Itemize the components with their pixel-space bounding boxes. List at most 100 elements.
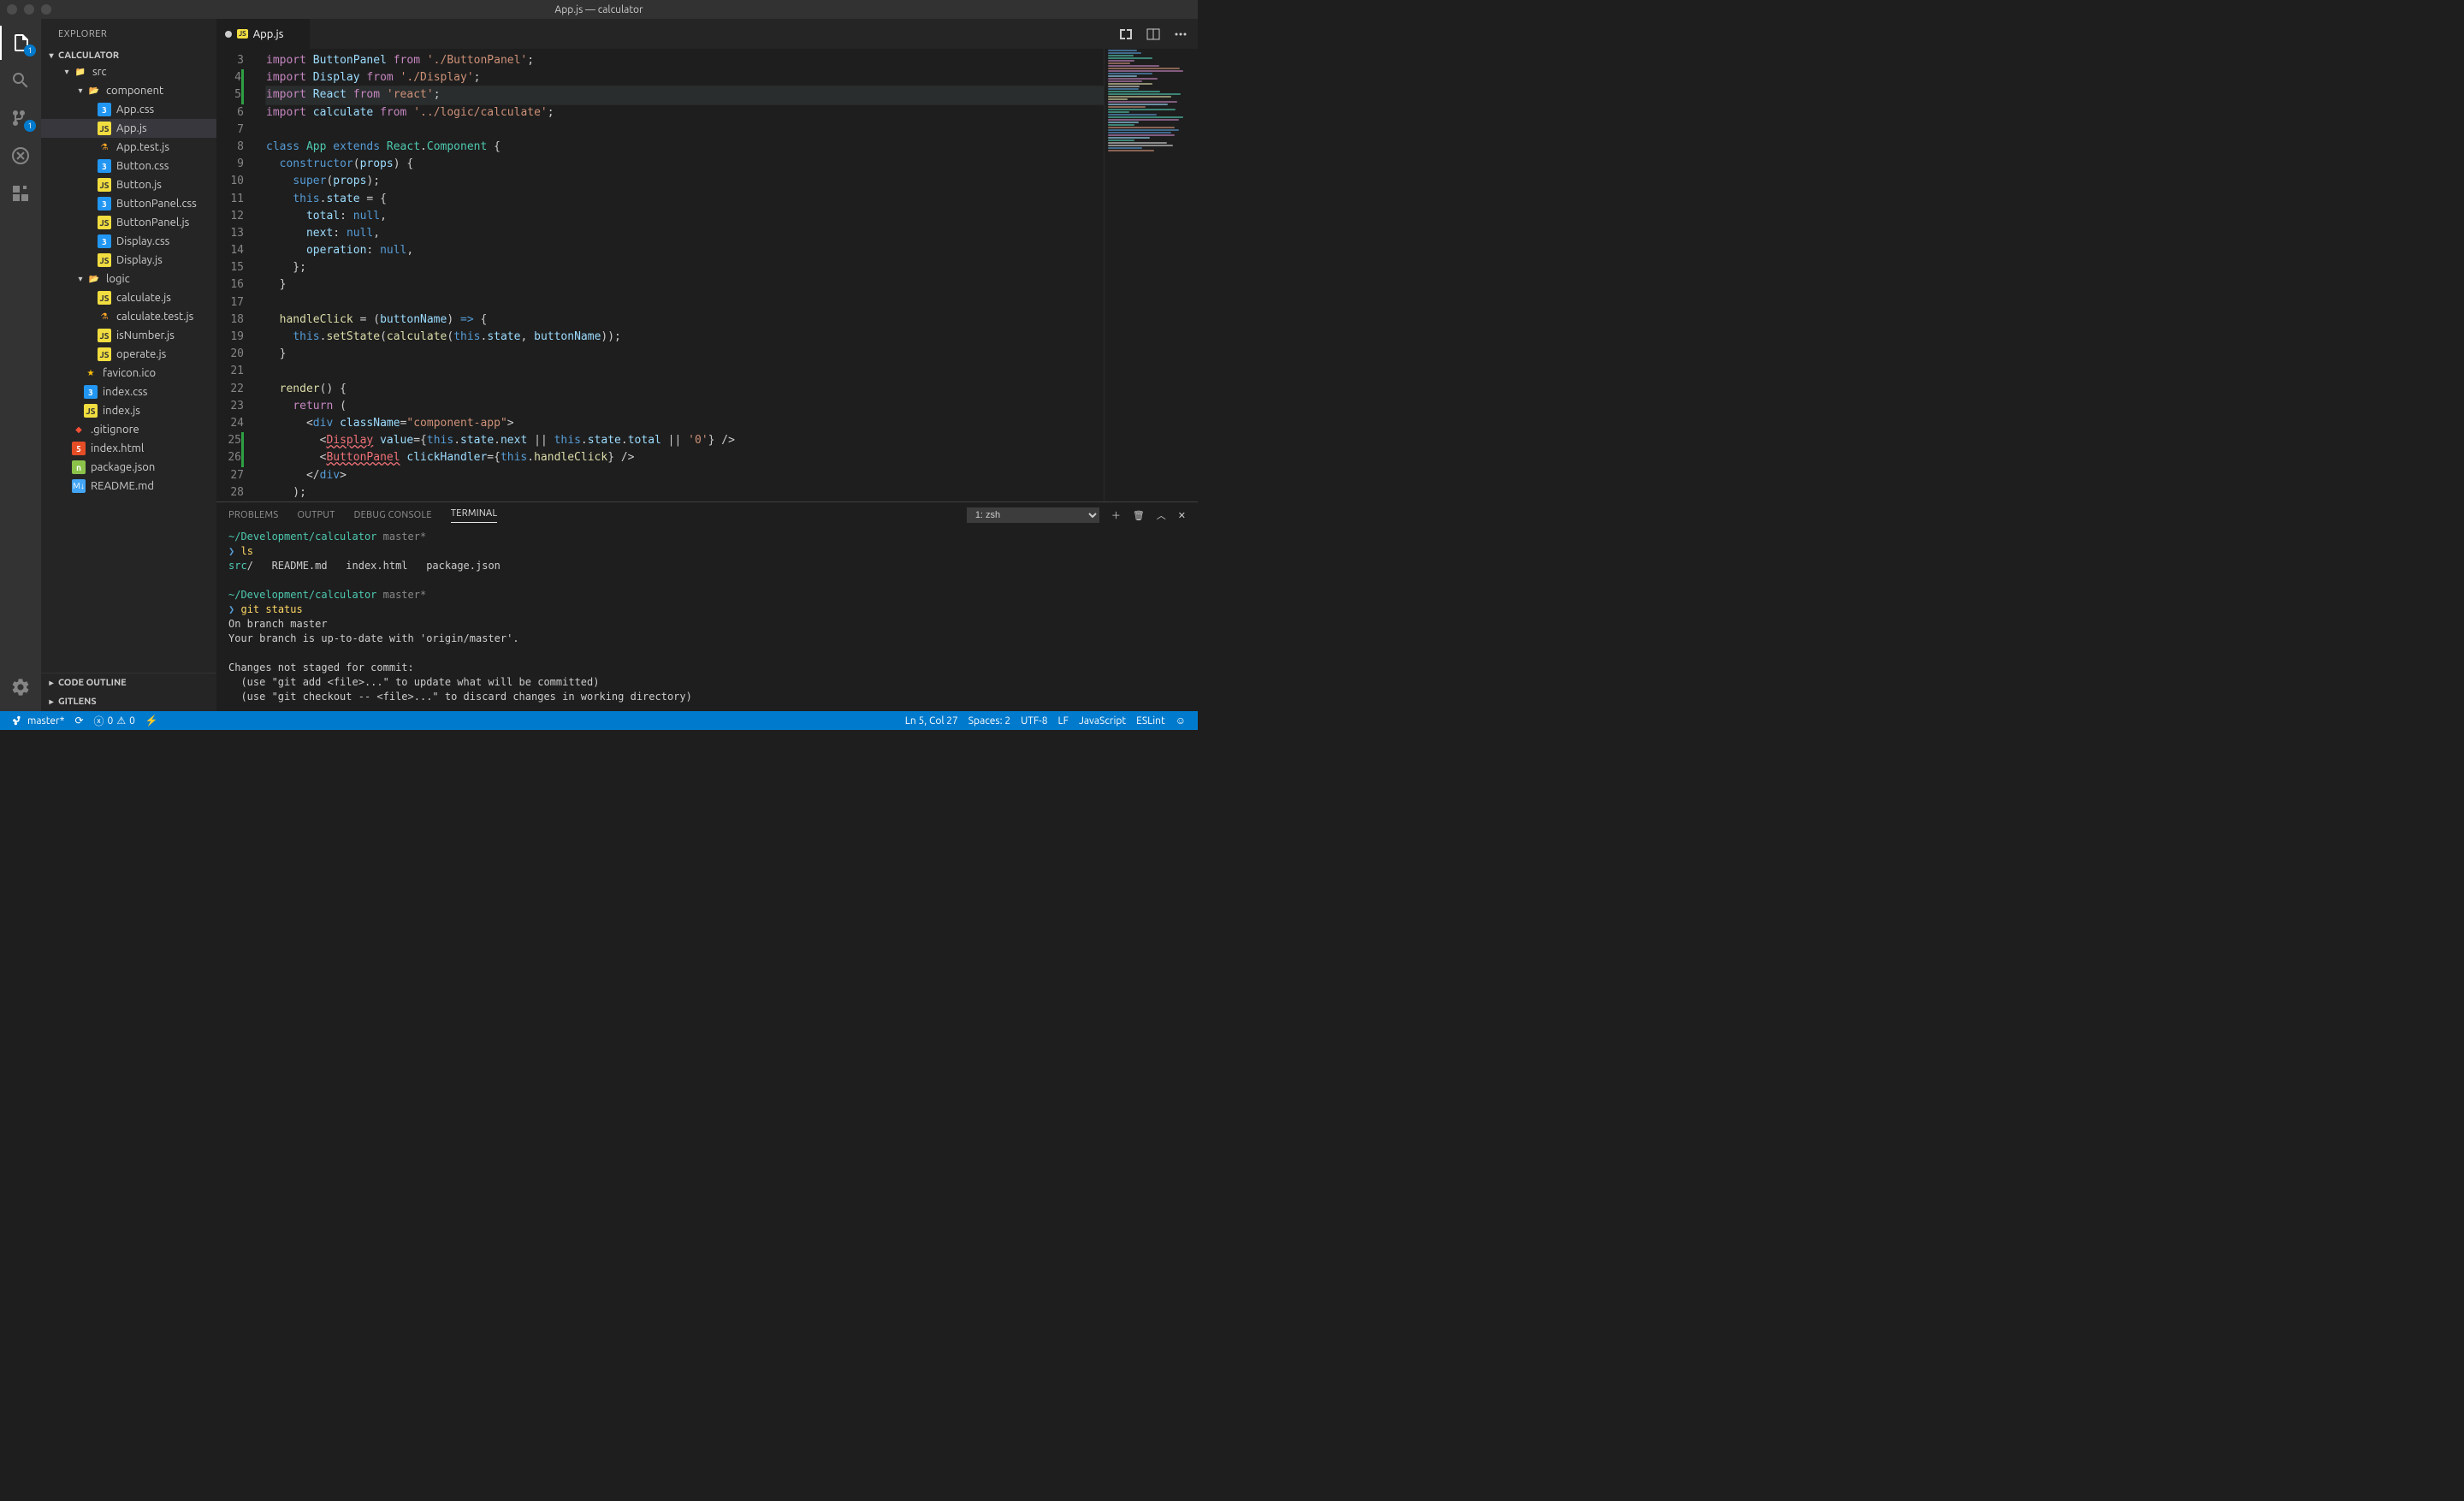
file-display-css[interactable]: 3Display.css xyxy=(41,232,216,251)
tab-app-js[interactable]: JS App.js xyxy=(216,19,311,49)
activity-debug[interactable] xyxy=(0,139,41,173)
js-icon: JS xyxy=(98,178,111,192)
file-readme[interactable]: M↓README.md xyxy=(41,477,216,495)
terminal-selector[interactable]: 1: zsh xyxy=(967,507,1099,523)
file-index-html[interactable]: 5index.html xyxy=(41,439,216,458)
folder-component[interactable]: ▾📂 component xyxy=(41,81,216,100)
folder-icon: 📂 xyxy=(87,272,101,286)
activity-scm[interactable]: 1 xyxy=(0,101,41,135)
minimap[interactable] xyxy=(1104,49,1198,501)
compare-icon[interactable] xyxy=(1119,27,1133,41)
bolt-icon: ⚡ xyxy=(145,715,158,727)
code-content[interactable]: import ButtonPanel from './ButtonPanel';… xyxy=(259,49,1104,501)
file-tree: ▾📁src ▾📂component 3App.css JSApp.js ⚗App… xyxy=(41,62,216,673)
js-icon: JS xyxy=(98,122,111,135)
smiley-icon: ☺ xyxy=(1176,715,1186,727)
status-branch[interactable]: master* xyxy=(7,715,69,727)
status-problems[interactable]: ⓧ0 ⚠0 xyxy=(89,714,140,728)
branch-icon xyxy=(12,715,24,727)
file-label: Display.css xyxy=(116,235,169,247)
file-label: isNumber.js xyxy=(116,329,175,341)
status-position[interactable]: Ln 5, Col 27 xyxy=(900,715,963,727)
maximize-panel-icon[interactable]: ︿ xyxy=(1157,508,1166,522)
chevron-down-icon: ▾ xyxy=(60,67,74,77)
status-lang[interactable]: JavaScript xyxy=(1074,715,1131,727)
new-terminal-icon[interactable]: ＋ xyxy=(1111,508,1121,522)
sidebar: EXPLORER ▾ CALCULATOR ▾📁src ▾📂component … xyxy=(41,19,216,711)
file-display-js[interactable]: JSDisplay.js xyxy=(41,251,216,270)
file-package-json[interactable]: npackage.json xyxy=(41,458,216,477)
css-icon: 3 xyxy=(84,385,98,399)
file-operate-js[interactable]: JSoperate.js xyxy=(41,345,216,364)
activity-extensions[interactable] xyxy=(0,176,41,211)
panel-tab-debug[interactable]: DEBUG CONSOLE xyxy=(354,510,432,520)
status-feedback[interactable]: ☺ xyxy=(1170,715,1191,727)
sidebar-root[interactable]: ▾ CALCULATOR xyxy=(41,49,216,62)
file-favicon[interactable]: ★ favicon.ico xyxy=(41,364,216,383)
split-editor-icon[interactable] xyxy=(1146,27,1160,41)
window-title: App.js — calculator xyxy=(554,4,643,15)
folder-src[interactable]: ▾📁src xyxy=(41,62,216,81)
section-label: CODE OUTLINE xyxy=(58,678,127,688)
file-app-js[interactable]: JSApp.js xyxy=(41,119,216,138)
chevron-down-icon: ▾ xyxy=(74,86,87,96)
file-button-js[interactable]: JSButton.js xyxy=(41,175,216,194)
file-label: favicon.ico xyxy=(103,367,156,379)
js-icon: JS xyxy=(84,404,98,418)
folder-label: component xyxy=(106,85,163,97)
file-label: .gitignore xyxy=(91,424,139,436)
file-isnumber-js[interactable]: JSisNumber.js xyxy=(41,326,216,345)
file-buttonpanel-js[interactable]: JSButtonPanel.js xyxy=(41,213,216,232)
file-buttonpanel-css[interactable]: 3ButtonPanel.css xyxy=(41,194,216,213)
more-icon[interactable] xyxy=(1174,27,1188,41)
js-icon: JS xyxy=(237,29,248,39)
panel-tab-terminal[interactable]: TERMINAL xyxy=(451,508,498,523)
close-window-icon[interactable] xyxy=(7,4,17,15)
panel-tab-output[interactable]: OUTPUT xyxy=(297,510,335,520)
file-button-css[interactable]: 3Button.css xyxy=(41,157,216,175)
kill-terminal-icon[interactable]: 🗑 xyxy=(1133,510,1145,521)
window-controls xyxy=(7,4,51,15)
status-sync[interactable]: ⟳ xyxy=(69,715,88,727)
file-app-test[interactable]: ⚗App.test.js xyxy=(41,138,216,157)
section-code-outline[interactable]: ▸CODE OUTLINE xyxy=(41,673,216,692)
search-icon xyxy=(10,70,31,91)
minimize-window-icon[interactable] xyxy=(24,4,34,15)
file-index-css[interactable]: 3 index.css xyxy=(41,383,216,401)
file-label: index.css xyxy=(103,386,147,398)
file-gitignore[interactable]: ◆.gitignore xyxy=(41,420,216,439)
warning-count: 0 xyxy=(129,715,135,727)
editor-body[interactable]: 3456789101112131415161718192021222324252… xyxy=(216,49,1198,501)
panel-tab-problems[interactable]: PROBLEMS xyxy=(228,510,278,520)
file-label: README.md xyxy=(91,480,154,492)
status-encoding[interactable]: UTF-8 xyxy=(1016,715,1052,727)
activity-search[interactable] xyxy=(0,63,41,98)
status-lint[interactable]: ESLint xyxy=(1131,715,1170,727)
sidebar-title: EXPLORER xyxy=(41,19,216,49)
line-gutter: 3456789101112131415161718192021222324252… xyxy=(216,49,259,501)
status-eol[interactable]: LF xyxy=(1053,715,1074,727)
file-app-css[interactable]: 3App.css xyxy=(41,100,216,119)
file-index-js[interactable]: JSindex.js xyxy=(41,401,216,420)
folder-icon: 📂 xyxy=(87,84,101,98)
activity-bar: 1 1 xyxy=(0,19,41,711)
section-label: GITLENS xyxy=(58,697,97,707)
section-gitlens[interactable]: ▸GITLENS xyxy=(41,692,216,711)
maximize-window-icon[interactable] xyxy=(41,4,51,15)
terminal-content[interactable]: ~/Development/calculator master* ❯ ls sr… xyxy=(216,528,1198,711)
file-calculate-js[interactable]: JScalculate.js xyxy=(41,288,216,307)
extensions-icon xyxy=(10,183,31,204)
close-panel-icon[interactable]: ✕ xyxy=(1178,510,1186,521)
file-calculate-test[interactable]: ⚗calculate.test.js xyxy=(41,307,216,326)
file-label: Display.js xyxy=(116,254,163,266)
favicon-icon: ★ xyxy=(84,366,98,380)
activity-settings[interactable] xyxy=(0,670,41,704)
status-spaces[interactable]: Spaces: 2 xyxy=(963,715,1016,727)
file-label: index.html xyxy=(91,442,144,454)
explorer-badge: 1 xyxy=(24,44,36,56)
status-live[interactable]: ⚡ xyxy=(140,715,163,727)
js-icon: JS xyxy=(98,291,111,305)
folder-logic[interactable]: ▾📂logic xyxy=(41,270,216,288)
activity-explorer[interactable]: 1 xyxy=(0,26,41,60)
sync-icon: ⟳ xyxy=(74,715,83,727)
